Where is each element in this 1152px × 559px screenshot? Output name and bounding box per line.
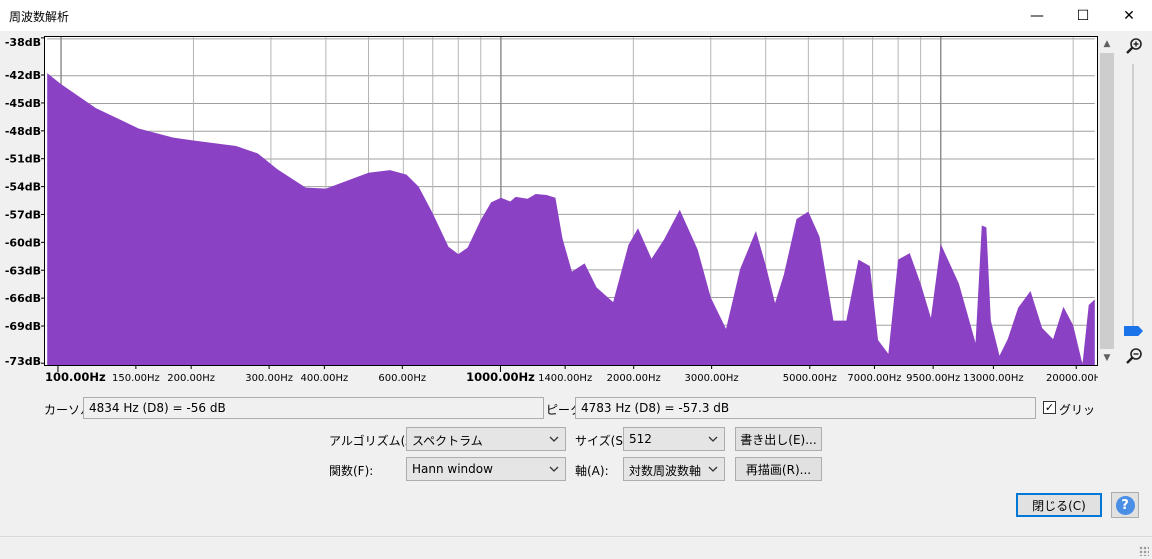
axis-value: 対数周波数軸	[629, 464, 702, 478]
function-select[interactable]: Hann window	[406, 457, 566, 481]
maximize-icon: ☐	[1076, 7, 1090, 24]
status-bar	[0, 536, 1152, 559]
x-axis: 100.00Hz 150.00Hz 200.00Hz 300.00Hz 400.00Hz…	[45, 366, 1098, 384]
axis-label: 軸(A):	[575, 464, 609, 478]
y-axis: -38dB -42dB -45dB -48dB -51dB -54dB -57dB -60dB…	[5, 36, 44, 366]
y-tick-label: -54dB	[5, 181, 41, 194]
x-tick-label: 3000.00Hz	[685, 373, 739, 384]
help-button[interactable]: ?	[1111, 492, 1139, 518]
chevron-down-icon	[549, 466, 559, 472]
axis-select[interactable]: 対数周波数軸	[623, 457, 725, 481]
grid-checkbox[interactable]: ✓	[1043, 401, 1056, 414]
window-title: 周波数解析	[9, 10, 70, 24]
close-window-button[interactable]: ✕	[1106, 0, 1152, 31]
export-button[interactable]: 書き出し(E)...	[735, 427, 822, 451]
chevron-down-icon	[549, 436, 559, 442]
x-tick-label: 150.00Hz	[112, 373, 160, 384]
spectrum-area	[47, 73, 1095, 365]
x-tick-label: 9500.00Hz	[906, 373, 960, 384]
x-tick-label: 13000.00Hz	[963, 373, 1023, 384]
help-icon: ?	[1115, 495, 1135, 515]
y-tick-label: -38dB	[5, 36, 41, 49]
y-tick-label: -51dB	[5, 153, 41, 166]
y-tick-label: -60dB	[5, 236, 41, 249]
x-tick-label: 1400.00Hz	[538, 373, 592, 384]
size-value: 512	[629, 432, 652, 446]
scroll-up-icon[interactable]: ▲	[1099, 36, 1115, 52]
chevron-down-icon	[708, 466, 718, 472]
maximize-button[interactable]: ☐	[1060, 0, 1106, 31]
close-icon: ✕	[1123, 7, 1135, 24]
zoom-out-icon	[1126, 348, 1142, 364]
x-tick-label: 300.00Hz	[245, 373, 293, 384]
chevron-down-icon	[708, 436, 718, 442]
resize-grip-icon[interactable]	[1139, 546, 1149, 556]
scroll-thumb[interactable]	[1100, 53, 1114, 349]
x-tick-label: 7000.00Hz	[847, 373, 901, 384]
zoom-slider-handle[interactable]	[1124, 326, 1143, 336]
zoom-in-button[interactable]	[1124, 36, 1144, 56]
x-tick-label: 100.00Hz	[45, 370, 106, 384]
algorithm-value: スペクトラム	[412, 434, 483, 448]
zoom-in-icon	[1126, 38, 1142, 54]
scroll-down-icon[interactable]: ▼	[1099, 350, 1115, 366]
zoom-track[interactable]	[1132, 64, 1134, 330]
minimize-icon: —	[1030, 7, 1044, 24]
title-bar: 周波数解析 — ☐ ✕	[0, 0, 1152, 31]
function-value: Hann window	[412, 462, 493, 476]
peak-readout: 4783 Hz (D8) = -57.3 dB	[575, 397, 1036, 419]
x-tick-label: 5000.00Hz	[783, 373, 837, 384]
x-tick-label: 200.00Hz	[167, 373, 215, 384]
y-tick-label: -73dB	[5, 355, 41, 366]
y-tick-label: -57dB	[5, 208, 41, 221]
x-tick-label: 1000.00Hz	[466, 370, 535, 384]
y-tick-label: -42dB	[5, 69, 41, 82]
zoom-out-button[interactable]	[1124, 346, 1144, 366]
vertical-scrollbar[interactable]: ▲ ▼	[1099, 36, 1115, 366]
close-dialog-button[interactable]: 閉じる(C)	[1016, 493, 1102, 517]
x-tick-label: 600.00Hz	[378, 373, 426, 384]
replot-button[interactable]: 再描画(R)...	[735, 457, 822, 481]
x-tick-label: 20000.00Hz	[1046, 373, 1098, 384]
x-tick-label: 400.00Hz	[300, 373, 348, 384]
y-tick-label: -69dB	[5, 320, 41, 333]
minimize-button[interactable]: —	[1014, 0, 1060, 31]
cursor-readout: 4834 Hz (D8) = -56 dB	[83, 397, 544, 419]
y-tick-label: -66dB	[5, 292, 41, 305]
zoom-controls	[1122, 36, 1146, 366]
y-tick-label: -63dB	[5, 264, 41, 277]
function-label: 関数(F):	[329, 464, 374, 478]
algorithm-select[interactable]: スペクトラム	[406, 427, 566, 451]
y-tick-label: -48dB	[5, 125, 41, 138]
x-tick-label: 2000.00Hz	[607, 373, 661, 384]
y-tick-label: -45dB	[5, 97, 41, 110]
spectrum-plot[interactable]	[44, 36, 1098, 366]
grid-label: グリッド(	[1059, 403, 1097, 417]
size-select[interactable]: 512	[623, 427, 725, 451]
